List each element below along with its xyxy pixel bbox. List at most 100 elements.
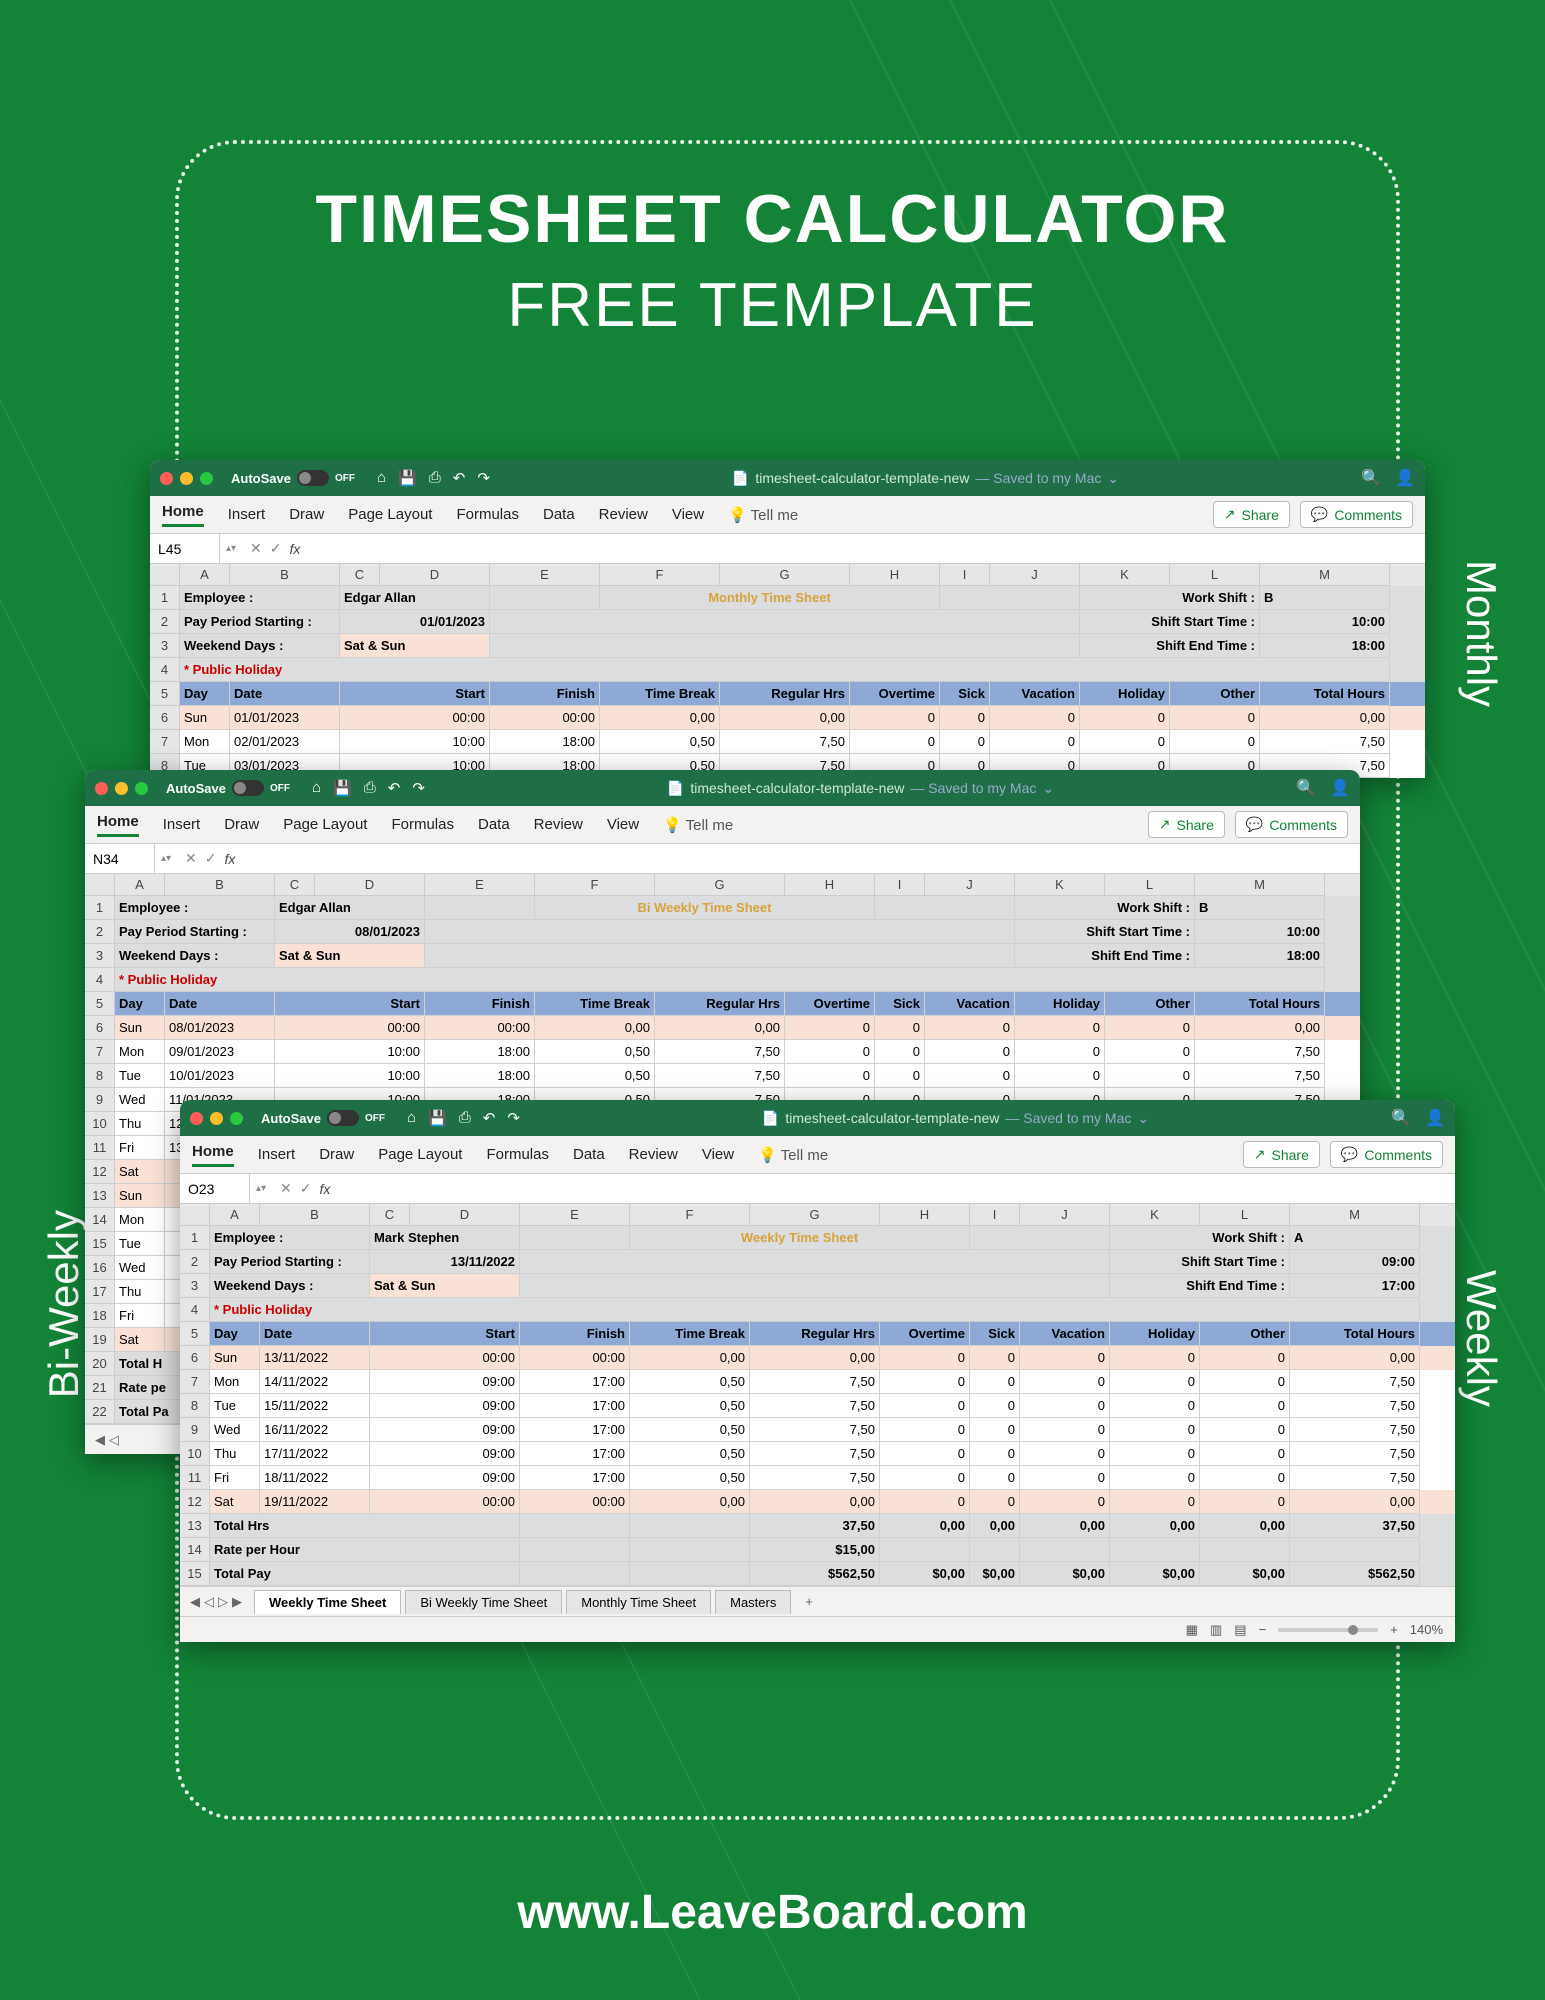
cell[interactable]: Sat xyxy=(210,1490,260,1514)
row-header[interactable]: 6 xyxy=(85,1016,115,1040)
row-header[interactable]: 9 xyxy=(85,1088,115,1112)
share-button[interactable]: ↗ Share xyxy=(1243,1141,1320,1168)
column-header[interactable]: D xyxy=(410,1204,520,1226)
cell[interactable]: 0,00 xyxy=(750,1490,880,1514)
cell[interactable]: 7,50 xyxy=(1290,1442,1420,1466)
cell[interactable]: 0 xyxy=(1200,1394,1290,1418)
cancel-formula-icon[interactable]: ✕ xyxy=(185,850,197,867)
print-icon[interactable]: ⎙ xyxy=(364,779,376,797)
cell[interactable]: 00:00 xyxy=(275,1016,425,1040)
ribbon-tab-view[interactable]: View xyxy=(702,1146,734,1163)
row-header[interactable]: 5 xyxy=(85,992,115,1016)
cell[interactable]: 16/11/2022 xyxy=(260,1418,370,1442)
cell[interactable]: 0 xyxy=(875,1064,925,1088)
row-header[interactable]: 22 xyxy=(85,1400,115,1424)
row-header[interactable]: 7 xyxy=(180,1370,210,1394)
cell[interactable] xyxy=(1110,1538,1200,1562)
ribbon-tab-review[interactable]: Review xyxy=(629,1146,678,1163)
zoom-in-icon[interactable]: + xyxy=(1390,1622,1398,1637)
cell[interactable]: 0,50 xyxy=(630,1466,750,1490)
view-break-icon[interactable]: ▤ xyxy=(1234,1622,1246,1638)
cell[interactable]: Sun xyxy=(115,1184,165,1208)
cell[interactable]: 10:00 xyxy=(340,730,490,754)
cell[interactable]: 0,00 xyxy=(535,1016,655,1040)
row-header[interactable]: 19 xyxy=(85,1328,115,1352)
cell[interactable]: Monthly Time Sheet xyxy=(600,586,940,610)
column-header[interactable]: D xyxy=(380,564,490,586)
name-box[interactable]: O23 xyxy=(180,1174,250,1203)
fx-icon[interactable]: fx xyxy=(290,541,301,557)
cell[interactable]: $0,00 xyxy=(1200,1562,1290,1586)
cell[interactable]: Edgar Allan xyxy=(275,896,425,920)
cell[interactable]: Sat & Sun xyxy=(340,634,490,658)
confirm-formula-icon[interactable]: ✓ xyxy=(300,1180,312,1197)
cell[interactable] xyxy=(940,586,1080,610)
cell[interactable]: Date xyxy=(260,1322,370,1346)
cell[interactable]: Weekend Days : xyxy=(115,944,275,968)
cell[interactable]: 7,50 xyxy=(750,1394,880,1418)
cell[interactable]: Wed xyxy=(115,1256,165,1280)
comments-button[interactable]: 💬 Comments xyxy=(1235,811,1348,838)
ribbon-tab-insert[interactable]: Insert xyxy=(228,506,266,523)
column-header[interactable]: G xyxy=(655,874,785,896)
home-icon[interactable]: ⌂ xyxy=(407,1109,416,1127)
cell[interactable]: 0 xyxy=(1110,1418,1200,1442)
cell[interactable]: 0 xyxy=(1200,1418,1290,1442)
cell[interactable] xyxy=(425,944,1015,968)
cell[interactable]: 0,00 xyxy=(1020,1514,1110,1538)
column-header[interactable]: K xyxy=(1110,1204,1200,1226)
row-header[interactable]: 4 xyxy=(85,968,115,992)
row-header[interactable]: 15 xyxy=(85,1232,115,1256)
row-header[interactable]: 11 xyxy=(85,1136,115,1160)
cell[interactable]: Rate per Hour xyxy=(210,1538,520,1562)
cell[interactable]: 10:00 xyxy=(1260,610,1390,634)
print-icon[interactable]: ⎙ xyxy=(459,1109,471,1127)
cell[interactable]: 01/01/2023 xyxy=(340,610,490,634)
column-header[interactable]: B xyxy=(165,874,275,896)
comments-button[interactable]: 💬 Comments xyxy=(1330,1141,1443,1168)
column-header[interactable]: I xyxy=(940,564,990,586)
cell[interactable]: 0 xyxy=(990,706,1080,730)
cell[interactable]: 17:00 xyxy=(520,1442,630,1466)
column-header[interactable]: L xyxy=(1170,564,1260,586)
ribbon-tab-view[interactable]: View xyxy=(607,816,639,833)
row-header[interactable]: 3 xyxy=(85,944,115,968)
column-header[interactable]: M xyxy=(1290,1204,1420,1226)
redo-icon[interactable]: ↷ xyxy=(507,1109,520,1127)
cell[interactable]: 0 xyxy=(875,1040,925,1064)
cell[interactable]: Total Pay xyxy=(210,1562,520,1586)
cell[interactable]: 0 xyxy=(970,1466,1020,1490)
cell[interactable]: Time Break xyxy=(600,682,720,706)
cell[interactable]: 18:00 xyxy=(490,730,600,754)
row-header[interactable]: 2 xyxy=(85,920,115,944)
cell[interactable]: Overtime xyxy=(785,992,875,1016)
cell[interactable]: Employee : xyxy=(180,586,340,610)
cell[interactable]: 09/01/2023 xyxy=(165,1040,275,1064)
cell[interactable]: 0 xyxy=(1105,1064,1195,1088)
cell[interactable]: 17:00 xyxy=(520,1370,630,1394)
row-header[interactable]: 3 xyxy=(180,1274,210,1298)
cell[interactable]: 09:00 xyxy=(370,1370,520,1394)
user-icon[interactable]: 👤 xyxy=(1330,778,1350,798)
column-header[interactable]: A xyxy=(210,1204,260,1226)
cell[interactable]: Pay Period Starting : xyxy=(210,1250,370,1274)
cell[interactable]: 7,50 xyxy=(1290,1370,1420,1394)
ribbon-tab-insert[interactable]: Insert xyxy=(258,1146,296,1163)
column-header[interactable]: D xyxy=(315,874,425,896)
cell[interactable]: 0 xyxy=(1200,1370,1290,1394)
column-header[interactable]: C xyxy=(370,1204,410,1226)
cell[interactable]: Finish xyxy=(425,992,535,1016)
cell[interactable]: A xyxy=(1290,1226,1420,1250)
tell-me-search[interactable]: 💡 Tell me xyxy=(728,506,798,524)
save-icon[interactable]: 💾 xyxy=(428,1109,447,1127)
cell[interactable]: 0 xyxy=(1080,706,1170,730)
cell[interactable]: 0 xyxy=(925,1064,1015,1088)
minimize-icon[interactable] xyxy=(180,472,193,485)
autosave-toggle[interactable]: AutoSave OFF xyxy=(231,470,355,486)
row-header[interactable]: 6 xyxy=(180,1346,210,1370)
cell[interactable]: 08/01/2023 xyxy=(275,920,425,944)
cell[interactable]: 0,50 xyxy=(535,1040,655,1064)
cell[interactable]: Weekend Days : xyxy=(180,634,340,658)
cell[interactable]: Sat xyxy=(115,1328,165,1352)
cell[interactable]: 10:00 xyxy=(275,1064,425,1088)
